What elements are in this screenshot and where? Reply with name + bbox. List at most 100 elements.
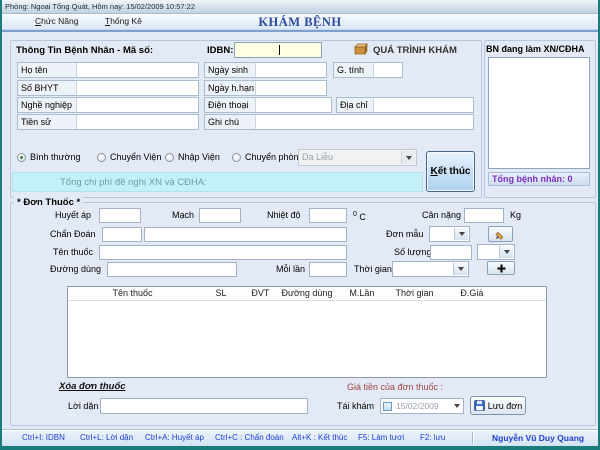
text-caret — [279, 45, 280, 55]
radio-chuyen-phong-label: Chuyển phòng — [245, 152, 304, 163]
menu-chuc-nang[interactable]: Chức Năng — [35, 16, 79, 26]
drug-table-body — [68, 301, 546, 379]
field-dia-chi: Địa chỉ — [336, 97, 474, 113]
col-duong-dung: Đường dùng — [276, 287, 338, 300]
chevron-down-icon — [406, 156, 412, 160]
radio-binh-thuong[interactable] — [17, 153, 26, 162]
save-prescription-button[interactable]: Lưu đơn — [470, 396, 526, 415]
field-gioi-tinh: G. tính — [333, 62, 403, 78]
exam-history-icon[interactable] — [354, 43, 368, 56]
drug-table[interactable]: Tên thuốc SL ĐVT Đường dùng M.Lần Thời g… — [67, 286, 547, 378]
tien-su-input[interactable] — [76, 115, 198, 129]
tai-kham-label: Tái khám — [337, 401, 374, 412]
radio-chuyen-vien[interactable] — [97, 153, 106, 162]
nhiet-do-input[interactable] — [309, 208, 347, 223]
shortcut-huyet-ap: Ctrl+A: Huyết áp — [145, 433, 204, 442]
thoi-gian-select-arrow[interactable] — [453, 263, 467, 275]
tai-kham-date: 15/02/2009 — [396, 401, 439, 411]
field-so-bhyt: Số BHYT — [17, 80, 199, 96]
exam-history-button[interactable]: QUÁ TRÌNH KHÁM — [373, 45, 457, 56]
tai-kham-datepicker[interactable]: 15/02/2009 — [380, 398, 464, 414]
loi-dan-input[interactable] — [100, 398, 308, 414]
idbn-input[interactable] — [234, 42, 322, 58]
template-edit-button[interactable] — [488, 226, 513, 242]
chan-doan-input[interactable] — [144, 227, 347, 242]
chevron-down-icon — [459, 232, 465, 236]
thoi-gian-label: Thời gian — [354, 264, 392, 275]
menu-thong-ke[interactable]: Thống Kê — [105, 16, 142, 26]
col-m-lan: M.Lần — [338, 287, 386, 300]
field-ngay-han: Ngày h.hạn — [204, 80, 327, 96]
field-nghe-nghiep: Nghề nghiệp — [17, 97, 199, 113]
shortcut-lam-tuoi: F5: Làm tươi — [358, 433, 404, 442]
unit-select[interactable] — [477, 244, 515, 260]
moi-lan-input[interactable] — [309, 262, 347, 277]
so-luong-label: Số lượng — [394, 247, 431, 258]
gioi-tinh-input[interactable] — [373, 63, 402, 77]
finish-button[interactable]: Kết thúc — [426, 151, 475, 192]
unit-select-arrow[interactable] — [499, 246, 513, 258]
duong-dung-label: Đường dùng — [50, 264, 101, 275]
ghi-chu-label: Ghi chú — [205, 115, 255, 129]
drug-table-header: Tên thuốc SL ĐVT Đường dùng M.Lần Thời g… — [68, 287, 546, 301]
weight-unit-label: Kg — [510, 210, 521, 221]
total-patients-badge: Tổng bệnh nhân: 0 — [488, 172, 590, 186]
mach-input[interactable] — [199, 208, 241, 223]
room-select[interactable]: Da Liễu — [298, 149, 417, 166]
delete-prescription-link[interactable]: Xóa đơn thuốc — [59, 381, 126, 392]
add-drug-button[interactable] — [487, 261, 515, 275]
dia-chi-input[interactable] — [373, 98, 473, 112]
statusbar-divider — [472, 432, 473, 444]
ngay-sinh-label: Ngày sinh — [205, 63, 255, 77]
dia-chi-label: Địa chỉ — [337, 98, 373, 112]
so-luong-input[interactable] — [430, 245, 472, 260]
huyet-ap-input[interactable] — [99, 208, 141, 223]
loi-dan-label: Lời dặn — [68, 401, 98, 412]
ten-thuoc-input[interactable] — [99, 245, 347, 260]
field-dien-thoai: Điện thoại — [204, 97, 332, 113]
patient-section-title: Thông Tin Bệnh Nhân - Mã số: — [16, 45, 153, 56]
ho-ten-label: Họ tên — [18, 63, 76, 77]
field-ho-ten: Họ tên — [17, 62, 199, 78]
lab-panel-title: BN đang làm XN/CĐHA — [486, 44, 585, 55]
recheck-checkbox-icon[interactable] — [383, 402, 392, 411]
radio-chuyen-phong[interactable] — [232, 153, 241, 162]
app-window: Phòng: Ngoại Tổng Quát, Hôm nay: 15/02/2… — [0, 0, 600, 450]
chevron-down-icon[interactable] — [454, 404, 460, 408]
save-button-label: Lưu đơn — [488, 401, 522, 411]
don-mau-select-arrow[interactable] — [454, 228, 468, 240]
so-bhyt-input[interactable] — [76, 81, 198, 95]
radio-nhap-vien[interactable] — [165, 153, 174, 162]
moi-lan-label: Mỗi lần — [276, 264, 305, 275]
ho-ten-input[interactable] — [76, 63, 198, 77]
chevron-down-icon — [504, 250, 510, 254]
chan-doan-code-input[interactable] — [102, 227, 142, 242]
menu-bar: KHÁM BỆNH Chức Năng Thống Kê — [2, 14, 598, 32]
tien-su-label: Tiền sử — [18, 115, 76, 129]
radio-nhap-vien-label: Nhập Viện — [178, 152, 220, 163]
ghi-chu-input[interactable] — [255, 115, 473, 129]
room-select-arrow[interactable] — [401, 151, 415, 164]
nghe-nghiep-label: Nghề nghiệp — [18, 98, 76, 112]
col-ten-thuoc: Tên thuốc — [68, 287, 197, 300]
don-mau-label: Đơn mẫu — [386, 229, 423, 240]
thoi-gian-select[interactable] — [392, 261, 469, 277]
can-nang-input[interactable] — [464, 208, 504, 223]
shortcut-ket-thuc: Alt+K : Kết thúc — [292, 433, 347, 442]
lab-patient-listbox[interactable] — [488, 57, 590, 169]
don-mau-select[interactable] — [429, 226, 470, 242]
radio-binh-thuong-label: Bình thường — [30, 152, 80, 163]
ngay-han-input[interactable] — [255, 81, 326, 95]
duong-dung-input[interactable] — [107, 262, 237, 277]
statusbar-user: Nguyễn Vũ Duy Quang — [492, 433, 584, 443]
mach-label: Mạch — [172, 210, 194, 221]
window-titlebar[interactable]: Phòng: Ngoại Tổng Quát, Hôm nay: 15/02/2… — [2, 0, 598, 14]
room-select-value: Da Liễu — [302, 152, 333, 162]
ten-thuoc-label: Tên thuốc — [53, 247, 93, 258]
nghe-nghiep-input[interactable] — [76, 98, 198, 112]
dien-thoai-input[interactable] — [255, 98, 331, 112]
gioi-tinh-label: G. tính — [334, 63, 373, 77]
huyet-ap-label: Huyết áp — [55, 210, 91, 221]
add-drug-icon — [497, 264, 506, 273]
ngay-sinh-input[interactable] — [255, 63, 326, 77]
